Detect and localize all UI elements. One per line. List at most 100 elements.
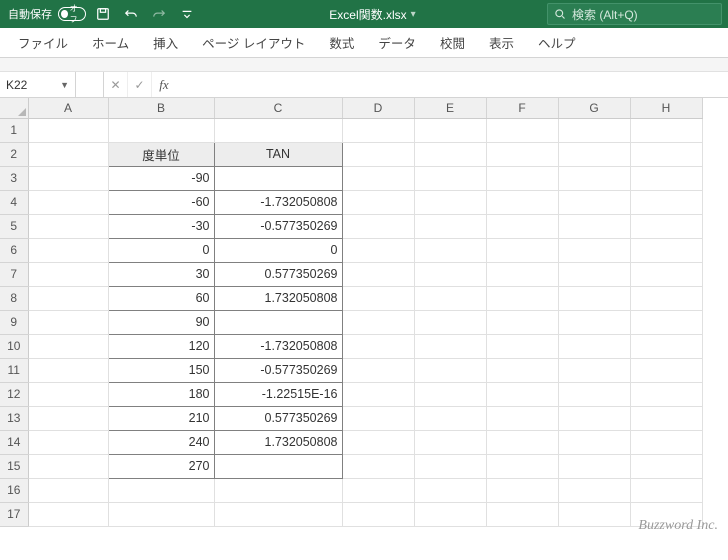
cell[interactable] [342,478,414,502]
tab-home[interactable]: ホーム [90,27,131,58]
row-header[interactable]: 9 [0,310,28,334]
cell[interactable]: 0.577350269 [214,262,342,286]
cell[interactable] [414,142,486,166]
cell[interactable]: 0.577350269 [214,406,342,430]
cell[interactable] [558,382,630,406]
cell[interactable]: 30 [108,262,214,286]
cell[interactable] [558,118,630,142]
cell[interactable] [28,454,108,478]
cell[interactable] [28,382,108,406]
autosave-toggle[interactable]: オフ [58,7,86,21]
enter-formula-button[interactable]: ✓ [128,72,152,97]
cell[interactable] [486,406,558,430]
cell[interactable] [486,334,558,358]
cell[interactable]: -1.22515E-16 [214,382,342,406]
cell[interactable]: 60 [108,286,214,310]
row-header[interactable]: 17 [0,502,28,526]
cell[interactable] [486,118,558,142]
cell[interactable] [342,502,414,526]
cell[interactable] [558,262,630,286]
cell[interactable] [342,358,414,382]
cell[interactable] [558,190,630,214]
cell[interactable] [342,406,414,430]
cell[interactable] [558,334,630,358]
cell[interactable] [630,406,702,430]
cell[interactable] [414,382,486,406]
cell[interactable]: TAN [214,142,342,166]
cell[interactable]: 度単位 [108,142,214,166]
cell[interactable] [558,502,630,526]
cell[interactable]: -0.577350269 [214,214,342,238]
cell[interactable] [630,166,702,190]
cell[interactable]: 1.732050808 [214,430,342,454]
row-header[interactable]: 3 [0,166,28,190]
cell[interactable] [486,430,558,454]
cell[interactable] [486,502,558,526]
row-header[interactable]: 13 [0,406,28,430]
cell[interactable] [28,262,108,286]
cell[interactable] [630,238,702,262]
row-header[interactable]: 16 [0,478,28,502]
row-header[interactable]: 7 [0,262,28,286]
redo-icon[interactable] [148,3,170,25]
cell[interactable] [342,454,414,478]
cell[interactable] [630,382,702,406]
cell[interactable] [342,214,414,238]
tab-formulas[interactable]: 数式 [327,27,356,58]
row-header[interactable]: 8 [0,286,28,310]
column-header[interactable]: F [486,98,558,118]
cell[interactable] [630,214,702,238]
row-header[interactable]: 6 [0,238,28,262]
cell[interactable] [414,286,486,310]
tab-pagelayout[interactable]: ページ レイアウト [200,27,307,58]
cell[interactable] [630,310,702,334]
cell[interactable] [342,166,414,190]
cell[interactable] [558,406,630,430]
cell[interactable] [342,262,414,286]
row-header[interactable]: 4 [0,190,28,214]
cell[interactable] [630,478,702,502]
cell[interactable] [558,478,630,502]
tab-view[interactable]: 表示 [487,27,516,58]
cell[interactable] [28,238,108,262]
cell[interactable] [214,478,342,502]
tab-insert[interactable]: 挿入 [151,27,180,58]
tab-review[interactable]: 校閲 [438,27,467,58]
row-header[interactable]: 5 [0,214,28,238]
row-header[interactable]: 10 [0,334,28,358]
qat-customize-icon[interactable] [176,3,198,25]
cell[interactable]: -30 [108,214,214,238]
cell[interactable] [414,502,486,526]
cell[interactable] [28,142,108,166]
cell[interactable] [630,454,702,478]
cell[interactable] [414,430,486,454]
cell[interactable]: 120 [108,334,214,358]
column-header[interactable]: C [214,98,342,118]
cell[interactable] [558,238,630,262]
cell[interactable]: -90 [108,166,214,190]
cell[interactable] [558,358,630,382]
search-input[interactable]: 検索 (Alt+Q) [547,3,722,25]
cell[interactable] [214,502,342,526]
cell[interactable] [342,238,414,262]
cell[interactable] [486,238,558,262]
cell[interactable] [486,286,558,310]
cell[interactable] [558,214,630,238]
cell[interactable] [342,142,414,166]
cell[interactable] [486,190,558,214]
cell[interactable] [414,166,486,190]
cell[interactable]: 180 [108,382,214,406]
cell[interactable] [486,310,558,334]
cell[interactable]: 270 [108,454,214,478]
cell[interactable] [486,358,558,382]
cell[interactable] [28,190,108,214]
cell[interactable]: -1.732050808 [214,190,342,214]
cell[interactable] [28,406,108,430]
cell[interactable] [486,166,558,190]
cell[interactable] [630,190,702,214]
cell[interactable] [486,478,558,502]
name-box[interactable]: K22 ▼ [0,72,76,97]
row-header[interactable]: 2 [0,142,28,166]
cell[interactable] [108,118,214,142]
cell[interactable] [630,334,702,358]
